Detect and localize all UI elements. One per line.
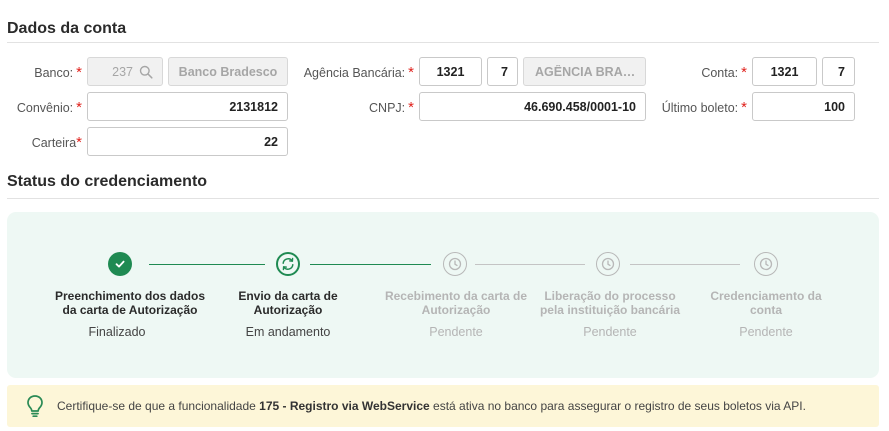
account-number-input[interactable]: 1321 [752, 57, 817, 86]
step-2-status: Em andamento [245, 325, 331, 339]
required-mark: * [76, 64, 82, 81]
required-mark: * [408, 99, 414, 116]
step-4-status: Pendente [583, 325, 637, 339]
step-3-status: Pendente [429, 325, 483, 339]
required-mark: * [741, 64, 747, 81]
carteira-input[interactable]: 22 [87, 127, 288, 156]
agency-number-input[interactable]: 1321 [419, 57, 482, 86]
cnpj-input[interactable]: 46.690.458/0001-10 [419, 92, 646, 121]
clock-icon [448, 257, 462, 271]
account-section-title: Dados da conta [7, 20, 127, 37]
step-1-title: Preenchimento dos dados da carta de Autor… [54, 289, 206, 317]
step-3-title: Recebimento da carta de Autorização [384, 289, 528, 317]
webservice-tip-banner: Certifique-se de que a funcionalidade 17… [7, 385, 879, 427]
connector-1-2 [149, 264, 265, 265]
status-section-divider [7, 198, 879, 199]
required-mark: * [76, 134, 82, 151]
clock-icon [601, 257, 615, 271]
convenio-input[interactable]: 2131812 [87, 92, 288, 121]
sync-icon [282, 257, 294, 271]
agency-label: Agência Bancária: * [303, 64, 414, 81]
required-mark: * [76, 99, 82, 116]
tip-text: Certifique-se de que a funcionalidade 17… [57, 399, 806, 413]
agency-name-input: AGÊNCIA BRADES... [523, 57, 646, 86]
step-3-clock-icon [443, 252, 467, 276]
step-5-clock-icon [754, 252, 778, 276]
connector-3-4 [475, 264, 585, 265]
search-icon[interactable] [139, 65, 153, 79]
step-4-clock-icon [596, 252, 620, 276]
step-2-title: Envio da carta de Autorização [238, 289, 338, 317]
bank-label: Banco: * [34, 64, 82, 81]
bank-name-input: Banco Bradesco [168, 57, 288, 86]
last-boleto-label: Último boleto: * [661, 99, 747, 116]
step-1-check-icon [108, 252, 132, 276]
bank-code-value: 237 [112, 64, 133, 79]
bank-code-input[interactable]: 237 [87, 57, 163, 86]
step-1-status: Finalizado [88, 325, 146, 339]
account-label: Conta: * [701, 64, 747, 81]
check-icon [115, 260, 125, 268]
required-mark: * [741, 99, 747, 116]
clock-icon [759, 257, 773, 271]
step-5-title: Credenciamento da conta [710, 289, 822, 317]
last-boleto-input[interactable]: 100 [752, 92, 855, 121]
agency-name-value: AGÊNCIA BRADES... [535, 64, 636, 79]
connector-4-5 [630, 264, 740, 265]
account-section-divider [7, 42, 879, 43]
account-digit-input[interactable]: 7 [822, 57, 855, 86]
convenio-label: Convênio: * [16, 99, 82, 116]
required-mark: * [408, 64, 414, 81]
bank-name-value: Banco Bradesco [178, 64, 278, 79]
step-5-status: Pendente [739, 325, 793, 339]
connector-2-3 [310, 264, 431, 265]
status-section-title: Status do credenciamento [7, 173, 208, 190]
lightbulb-icon [27, 395, 43, 418]
agency-digit-input[interactable]: 7 [487, 57, 518, 86]
step-4-title: Liberação do processo pela instituição ba… [539, 289, 681, 317]
cnpj-label: CNPJ: * [369, 99, 414, 116]
step-2-sync-icon [276, 252, 300, 276]
tip-highlight: 175 - Registro via WebService [259, 399, 430, 413]
carteira-label: Carteira* [31, 134, 82, 151]
